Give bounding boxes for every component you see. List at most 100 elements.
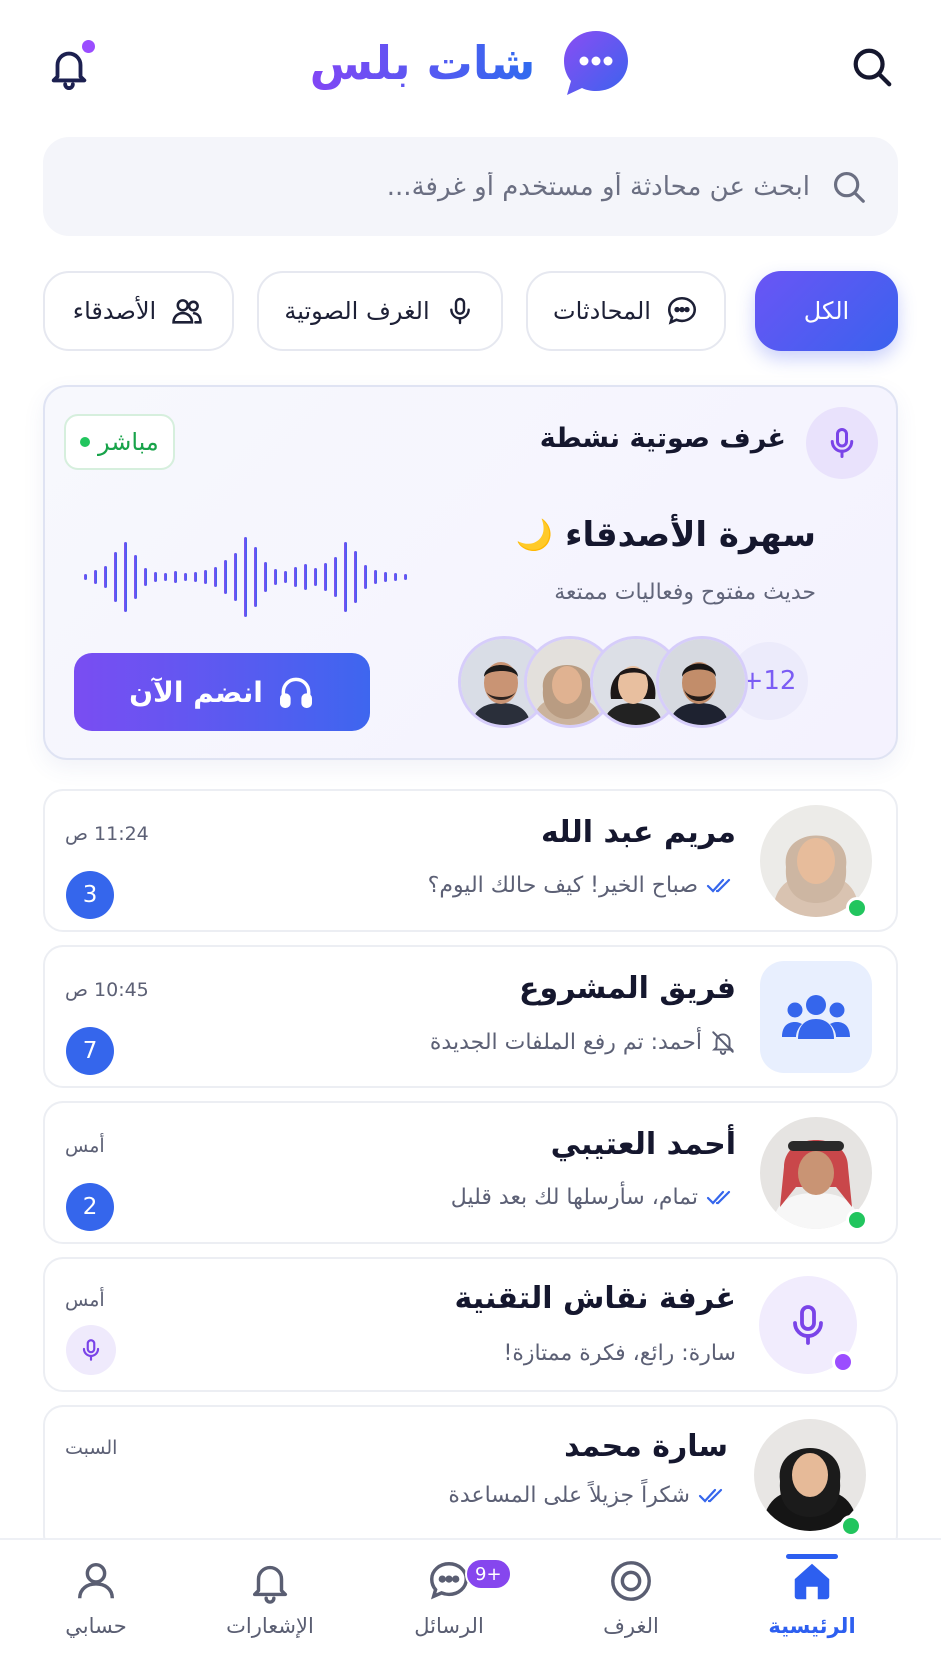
chat-preview-text: صباح الخير! كيف حالك اليوم؟	[427, 873, 698, 898]
search-icon	[833, 171, 865, 203]
search-input[interactable]	[43, 171, 810, 202]
waveform-bar	[354, 551, 357, 603]
waveform-bar	[294, 567, 297, 587]
waveform-bar	[154, 572, 157, 582]
waveform-bar	[194, 572, 197, 582]
chat-name: سارة محمد	[564, 1429, 728, 1464]
chat-time: 10:45 ص	[65, 979, 149, 1001]
waveform-bar	[274, 569, 277, 585]
group-avatar	[760, 961, 872, 1073]
messages-badge: 9+	[465, 1558, 512, 1590]
chat-bubble-icon	[667, 296, 696, 325]
chat-preview: صباح الخير! كيف حالك اليوم؟	[428, 873, 736, 898]
audio-waveform	[84, 537, 407, 617]
filter-chip-label: المحادثات	[553, 297, 651, 325]
app-header: شات بلس	[0, 0, 941, 130]
room-description: حديث مفتوح وفعاليات ممتعة	[554, 580, 816, 605]
chat-preview: شكراً جزيلاً على المساعدة	[448, 1483, 728, 1508]
double-check-icon	[706, 1190, 731, 1205]
nav-messages[interactable]: 9+ الرسائل	[369, 1558, 529, 1668]
chat-item-ahmed[interactable]: أحمد العتيبي تمام، سأرسلها لك بعد قليل أ…	[43, 1101, 898, 1244]
voice-room-indicator	[66, 1325, 116, 1375]
double-check-icon	[698, 1488, 723, 1503]
microphone-icon	[449, 297, 470, 325]
live-dot	[80, 437, 90, 447]
double-check-icon	[706, 878, 731, 893]
chat-item-project-team[interactable]: فريق المشروع أحمد: تم رفع الملفات الجديد…	[43, 945, 898, 1088]
chat-logo-icon	[564, 31, 629, 95]
bell-icon	[252, 1565, 288, 1604]
unread-badge: 7	[66, 1027, 114, 1075]
home-icon	[794, 1563, 830, 1600]
notifications-button[interactable]	[42, 40, 96, 94]
voice-room-icon-badge	[806, 407, 878, 479]
nav-rooms[interactable]: الغرف	[551, 1558, 711, 1668]
app-title: شات بلس	[309, 36, 536, 90]
chat-preview-text: سارة: رائع، فكرة ممتازة!	[503, 1341, 737, 1366]
waveform-bar	[144, 568, 147, 586]
chat-name: أحمد العتيبي	[550, 1127, 736, 1162]
group-icon	[782, 995, 850, 1039]
chat-item-sara[interactable]: سارة محمد شكراً جزيلاً على المساعدة السب…	[43, 1405, 898, 1555]
chat-name: غرفة نقاش التقنية	[454, 1281, 736, 1316]
nav-label: الغرف	[603, 1614, 659, 1638]
waveform-bar	[404, 574, 407, 580]
chat-preview-text: أحمد: تم رفع الملفات الجديدة	[429, 1029, 702, 1055]
live-badge-label: مباشر	[98, 428, 159, 456]
waveform-bar	[334, 557, 337, 597]
rooms-icon	[611, 1561, 651, 1601]
waveform-bar	[314, 568, 317, 586]
nav-profile[interactable]: حسابي	[16, 1558, 176, 1668]
filter-chip-label: الكل	[803, 297, 850, 325]
chat-time: أمس	[65, 1289, 105, 1311]
online-status-dot	[846, 1209, 868, 1231]
headphones-icon	[279, 677, 312, 708]
filter-chip-label: الأصدقاء	[72, 297, 157, 325]
waveform-bar	[324, 563, 327, 591]
participant-avatar	[656, 636, 748, 728]
waveform-bar	[384, 572, 387, 582]
waveform-bar	[124, 542, 127, 612]
filter-chip-friends[interactable]: الأصدقاء	[43, 271, 234, 351]
microphone-icon	[830, 428, 854, 458]
nav-label: حسابي	[65, 1614, 127, 1638]
waveform-bar	[394, 573, 397, 581]
chat-preview: أحمد: تم رفع الملفات الجديدة	[430, 1029, 736, 1055]
chat-time: أمس	[65, 1135, 105, 1157]
chat-preview-text: تمام، سأرسلها لك بعد قليل	[450, 1185, 698, 1210]
waveform-bar	[184, 573, 187, 581]
profile-icon	[77, 1562, 115, 1599]
unread-badge: 2	[66, 1183, 114, 1231]
filter-chip-chats[interactable]: المحادثات	[526, 271, 726, 351]
filter-chip-voice-rooms[interactable]: الغرف الصوتية	[257, 271, 503, 351]
join-now-label: انضم الآن	[129, 675, 263, 709]
nav-home[interactable]: الرئيسية	[732, 1554, 892, 1668]
search-bar[interactable]	[43, 137, 898, 236]
chat-preview-text: شكراً جزيلاً على المساعدة	[448, 1483, 690, 1508]
waveform-bar	[164, 573, 167, 581]
muted-bell-icon	[711, 1031, 735, 1055]
waveform-bar	[104, 566, 107, 588]
active-voice-rooms-card: غرف صوتية نشطة مباشر سهرة الأصدقاء 🌙 حدي…	[43, 385, 898, 760]
join-now-button[interactable]: انضم الآن	[74, 653, 370, 731]
chat-item-tech-room[interactable]: غرفة نقاش التقنية سارة: رائع، فكرة ممتاز…	[43, 1257, 898, 1392]
unread-badge: 3	[66, 871, 114, 919]
nav-notifications[interactable]: الإشعارات	[190, 1558, 350, 1668]
moon-icon: 🌙	[515, 517, 554, 553]
online-status-dot	[846, 897, 868, 919]
microphone-icon	[793, 1305, 823, 1345]
online-status-dot	[840, 1515, 862, 1537]
waveform-bar	[214, 567, 217, 587]
waveform-bar	[364, 565, 367, 589]
waveform-bar	[374, 570, 377, 584]
chat-time: 11:24 ص	[65, 823, 149, 845]
notification-dot	[82, 40, 95, 53]
chat-time: السبت	[65, 1437, 118, 1459]
waveform-bar	[304, 564, 307, 590]
chat-name: فريق المشروع	[518, 971, 736, 1006]
room-participants[interactable]: +12	[458, 636, 808, 736]
chat-item-mariam[interactable]: مريم عبد الله صباح الخير! كيف حالك اليوم…	[43, 789, 898, 932]
active-tab-indicator	[786, 1554, 838, 1559]
filter-chip-all[interactable]: الكل	[755, 271, 898, 351]
chat-name: مريم عبد الله	[541, 815, 736, 850]
